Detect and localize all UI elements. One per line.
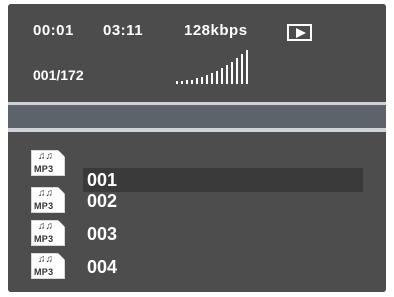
playlist-item-name: 002 xyxy=(87,191,118,211)
level-bar xyxy=(181,81,183,84)
status-bar: 00:01 03:11 128kbps 001/172 xyxy=(8,4,386,102)
bitrate: 128kbps xyxy=(184,22,248,39)
level-bar xyxy=(196,78,198,84)
level-bar xyxy=(241,54,243,84)
play-triangle-icon xyxy=(296,28,306,38)
level-bar xyxy=(236,58,238,84)
volume-level-meter xyxy=(176,42,291,84)
playlist: ♫♫ MP3 001 ♫♫ MP3 002 ♫♫ MP3 003 ♫♫ MP3 … xyxy=(8,132,386,292)
mp3-file-icon: ♫♫ MP3 xyxy=(31,187,65,213)
level-bar xyxy=(176,81,178,84)
track-counter: 001/172 xyxy=(33,67,84,83)
level-bar xyxy=(216,71,218,84)
level-bar xyxy=(231,62,233,84)
level-bar xyxy=(206,75,208,84)
music-notes-icon: ♫♫ xyxy=(38,151,53,162)
music-notes-icon: ♫♫ xyxy=(38,221,53,232)
mp3-icon-label: MP3 xyxy=(34,267,54,277)
player-panel: 00:01 03:11 128kbps 001/172 ♫♫ MP3 001 ♫… xyxy=(8,4,386,292)
elapsed-time: 00:01 xyxy=(33,22,74,39)
mp3-icon-label: MP3 xyxy=(34,201,54,211)
playlist-item-name: 004 xyxy=(87,257,118,277)
level-bar xyxy=(201,77,203,84)
total-time: 03:11 xyxy=(103,22,144,39)
level-bar xyxy=(211,73,213,84)
mp3-file-icon: ♫♫ MP3 xyxy=(31,220,65,246)
level-bar xyxy=(226,65,228,84)
music-notes-icon: ♫♫ xyxy=(38,188,53,199)
playlist-item-name: 003 xyxy=(87,224,118,244)
mp3-file-icon: ♫♫ MP3 xyxy=(31,253,65,279)
mp3-icon-label: MP3 xyxy=(34,164,54,174)
level-bar xyxy=(246,50,248,84)
level-bar xyxy=(221,68,223,84)
playlist-item-name: 001 xyxy=(83,168,363,192)
level-bar xyxy=(191,80,193,84)
path-bar xyxy=(8,105,386,128)
play-icon[interactable] xyxy=(287,24,312,41)
music-notes-icon: ♫♫ xyxy=(38,254,53,265)
mp3-file-icon: ♫♫ MP3 xyxy=(31,150,65,176)
level-bar xyxy=(186,80,188,84)
mp3-icon-label: MP3 xyxy=(34,234,54,244)
